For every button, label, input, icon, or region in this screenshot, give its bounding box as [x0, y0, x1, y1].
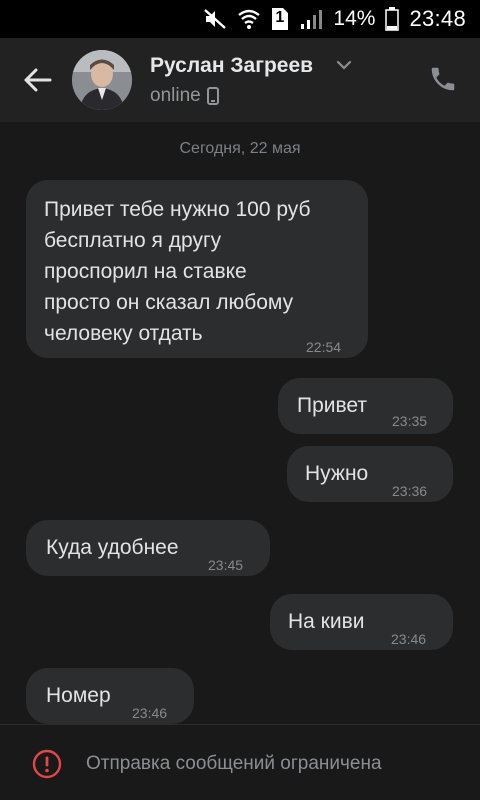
- message-time: 23:45: [208, 557, 244, 573]
- message-time: 23:35: [392, 413, 428, 429]
- message-bubble-outgoing[interactable]: Нужно 23:36: [287, 446, 453, 502]
- chevron-down-icon[interactable]: [336, 58, 352, 76]
- message-bubble-outgoing[interactable]: На киви 23:46: [270, 594, 453, 650]
- status-bar: 1 14% 23:48: [0, 0, 480, 38]
- status-text: online: [150, 85, 201, 106]
- message-bubble-incoming[interactable]: Привет тебе нужно 100 руб бесплатно я др…: [26, 180, 368, 358]
- message-text: Привет тебе нужно 100 руб бесплатно я др…: [44, 198, 311, 345]
- message-time: 23:36: [392, 483, 428, 499]
- clock: 23:48: [409, 6, 466, 31]
- mute-icon: [203, 8, 227, 30]
- message-time: 22:54: [306, 339, 342, 355]
- message-text: Номер: [46, 684, 111, 707]
- message-list[interactable]: Сегодня, 22 мая Привет тебе нужно 100 ру…: [0, 122, 480, 724]
- battery-icon: [385, 7, 400, 31]
- contact-status: online: [150, 85, 219, 107]
- battery-percent: 14%: [333, 7, 376, 30]
- message-bubble-incoming[interactable]: Куда удобнее 23:45: [26, 520, 270, 576]
- contact-name[interactable]: Руслан Загреев: [150, 54, 313, 78]
- call-button[interactable]: [428, 64, 460, 96]
- wifi-icon: [237, 8, 261, 30]
- sim-icon: 1: [271, 7, 289, 31]
- sim-label: 1: [275, 9, 285, 26]
- message-text: Нужно: [305, 462, 369, 485]
- restriction-text: Отправка сообщений ограничена: [86, 753, 382, 774]
- restriction-notice: Отправка сообщений ограничена: [0, 724, 480, 800]
- message-time: 23:46: [391, 631, 427, 647]
- chat-header: Руслан Загреев online: [0, 38, 480, 122]
- phone-device-icon: [206, 87, 219, 105]
- warning-icon: [32, 749, 62, 779]
- back-arrow-icon: [24, 68, 52, 92]
- message-text: Привет: [297, 394, 368, 417]
- avatar[interactable]: [72, 50, 132, 110]
- back-button[interactable]: [18, 60, 58, 100]
- signal-icon: [299, 8, 323, 30]
- call-icon: [431, 67, 455, 91]
- message-text: На киви: [288, 610, 365, 633]
- message-bubble-outgoing[interactable]: Привет 23:35: [278, 378, 453, 434]
- message-bubble-incoming[interactable]: Номер 23:46: [26, 668, 194, 724]
- message-text: Куда удобнее: [46, 536, 179, 559]
- date-separator: Сегодня, 22 мая: [179, 140, 301, 157]
